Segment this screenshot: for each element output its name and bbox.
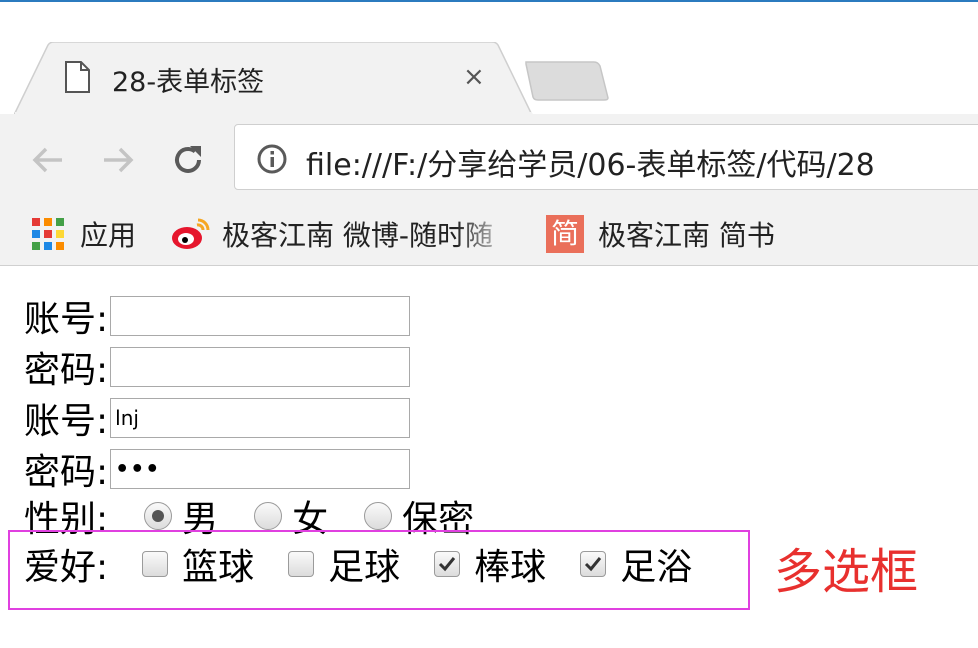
jianshu-icon: 简 [546,215,584,253]
apps-grid-icon [32,218,64,250]
password-input[interactable] [110,347,411,387]
tab-close-icon[interactable]: × [463,64,485,90]
password-row-1: 密码: [24,343,411,391]
annotation-label: 多选框 [774,544,919,600]
highlight-box [8,530,750,610]
radio-button[interactable] [144,502,173,530]
password-row-2: 密码: [24,445,411,493]
password-label: 密码: [24,350,109,391]
account-row-2: 账号: [24,394,411,442]
bookmark-label: 极客江南 简书 [598,219,775,252]
radio-button[interactable] [254,502,283,530]
bookmark-jianshu[interactable]: 简 极客江南 简书 [546,212,775,256]
bookmark-label: 应用 [80,219,137,252]
bookmark-weibo[interactable]: 极客江南 微博-随时随 [170,212,514,256]
info-icon[interactable] [256,143,288,179]
account-input[interactable] [110,296,411,336]
weibo-icon [172,218,210,249]
account-row-1: 账号: [24,292,411,340]
tab-shape [14,42,533,116]
bookmark-label: 极客江南 微博-随时随 [222,219,494,252]
file-icon [62,60,92,98]
radio-button[interactable] [364,502,393,530]
account-input[interactable] [110,398,411,438]
password-label: 密码: [24,452,109,493]
account-label: 账号: [24,299,109,340]
account-label: 账号: [24,401,109,442]
tab-active[interactable] [14,42,534,116]
bookmark-apps[interactable]: 应用 [30,212,136,256]
url-text[interactable]: file:///F:/分享给学员/06-表单标签/代码/28 [306,140,875,184]
reload-icon[interactable] [166,138,210,182]
back-arrow-icon[interactable] [26,138,70,182]
tab-title: 28-表单标签 [112,67,265,98]
password-input[interactable] [110,449,411,489]
forward-arrow-icon[interactable] [96,138,140,182]
new-tab-button[interactable] [524,60,610,106]
